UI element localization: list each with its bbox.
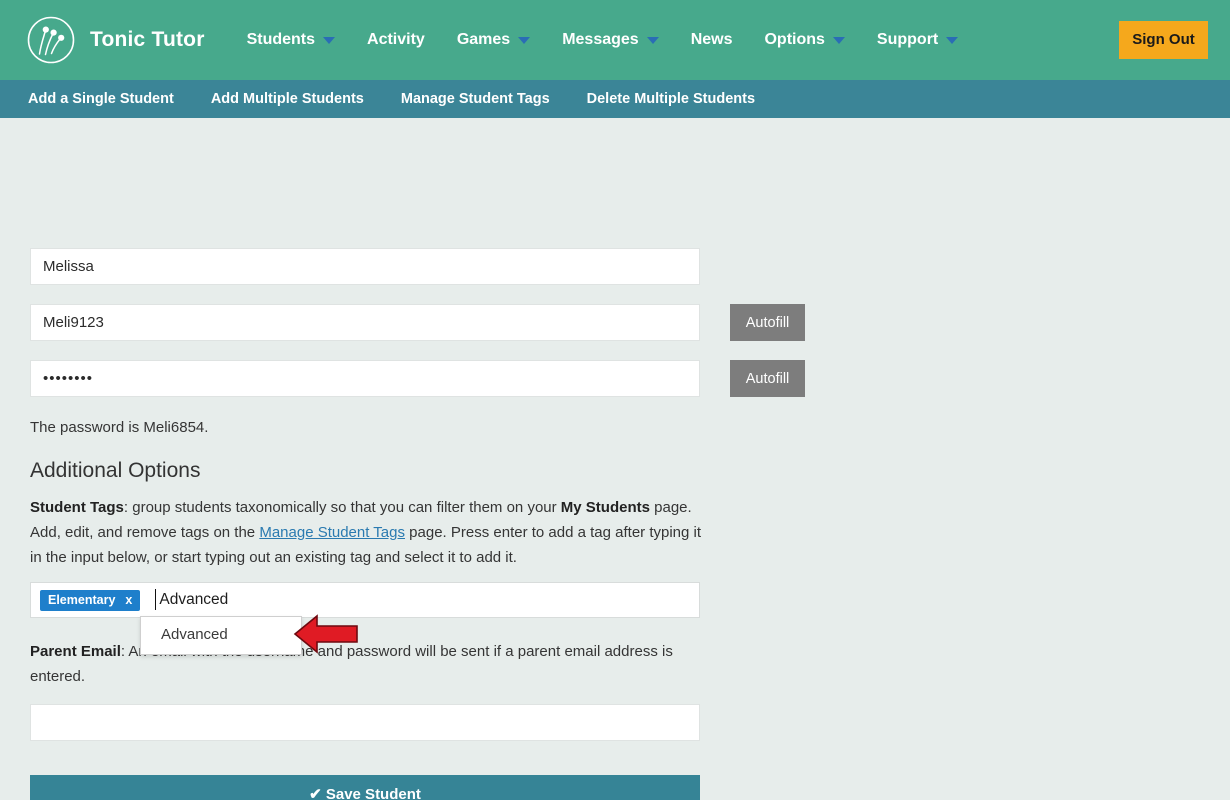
my-students-bold: My Students — [560, 499, 650, 516]
additional-options-heading: Additional Options — [30, 459, 201, 482]
username-input[interactable] — [30, 304, 700, 341]
left-arrow-icon — [293, 614, 359, 654]
nav-item-label: Options — [764, 31, 825, 48]
sign-out-button[interactable]: Sign Out — [1119, 21, 1208, 59]
nav-item-label: Activity — [367, 31, 425, 48]
nav-item-options[interactable]: Options — [748, 31, 860, 49]
student-tags-input-container[interactable]: Elementary x — [30, 582, 700, 618]
student-name-input[interactable] — [30, 248, 700, 285]
student-tags-description: Student Tags: group students taxonomical… — [30, 495, 702, 570]
chevron-down-icon — [323, 36, 336, 44]
nav-item-support[interactable]: Support — [861, 31, 974, 49]
parent-email-input[interactable] — [30, 704, 700, 741]
nav-item-label: Messages — [562, 31, 639, 48]
password-hint-text: The password is Meli6854. — [30, 419, 209, 436]
top-nav-links: Students Activity Games Messages News Op… — [231, 31, 975, 49]
subnav-item-add-single-student[interactable]: Add a Single Student — [28, 91, 174, 107]
tag-chip-elementary: Elementary x — [40, 589, 141, 611]
tag-chip-label: Elementary — [48, 593, 116, 607]
autofill-username-button[interactable]: Autofill — [730, 304, 805, 341]
nav-item-students[interactable]: Students — [231, 31, 351, 49]
student-tags-text-1: : group students taxonomically so that y… — [123, 499, 561, 516]
top-navigation-bar: Tonic Tutor Students Activity Games Mess… — [0, 0, 1230, 80]
subnav-item-add-multiple-students[interactable]: Add Multiple Students — [211, 91, 364, 107]
nav-item-games[interactable]: Games — [441, 31, 546, 49]
sub-navigation-bar: Add a Single Student Add Multiple Studen… — [0, 80, 1230, 118]
save-student-label: Save Student — [325, 786, 421, 800]
check-icon: ✔ — [309, 786, 322, 800]
autofill-password-button[interactable]: Autofill — [730, 360, 805, 397]
nav-item-activity[interactable]: Activity — [351, 31, 441, 49]
chevron-down-icon — [646, 36, 659, 44]
save-student-button[interactable]: ✔ Save Student — [30, 775, 700, 800]
parent-email-label: Parent Email — [30, 643, 121, 660]
tag-remove-icon[interactable]: x — [125, 593, 132, 607]
brand-title[interactable]: Tonic Tutor — [90, 28, 205, 52]
subnav-item-manage-student-tags[interactable]: Manage Student Tags — [401, 91, 550, 107]
tag-text-input[interactable] — [159, 585, 693, 615]
student-tags-label: Student Tags — [30, 499, 124, 516]
chevron-down-icon — [832, 36, 845, 44]
parent-email-description: Parent Email: An email with the username… — [30, 639, 702, 689]
chevron-down-icon — [518, 36, 531, 44]
password-input[interactable] — [30, 360, 700, 397]
nav-item-news[interactable]: News — [675, 31, 749, 49]
nav-item-label: Support — [876, 31, 939, 48]
nav-item-messages[interactable]: Messages — [546, 31, 675, 49]
tag-autocomplete-dropdown[interactable]: Advanced — [140, 616, 302, 655]
manage-student-tags-link[interactable]: Manage Student Tags — [259, 524, 405, 541]
nav-item-label: Students — [246, 31, 316, 48]
nav-item-label: News — [690, 31, 733, 48]
text-caret — [155, 589, 156, 610]
chevron-down-icon — [946, 36, 959, 44]
nav-item-label: Games — [456, 31, 511, 48]
subnav-item-delete-multiple-students[interactable]: Delete Multiple Students — [587, 91, 755, 107]
tonic-notes-circle-icon[interactable] — [26, 15, 76, 65]
tag-suggestion-advanced[interactable]: Advanced — [141, 621, 301, 650]
